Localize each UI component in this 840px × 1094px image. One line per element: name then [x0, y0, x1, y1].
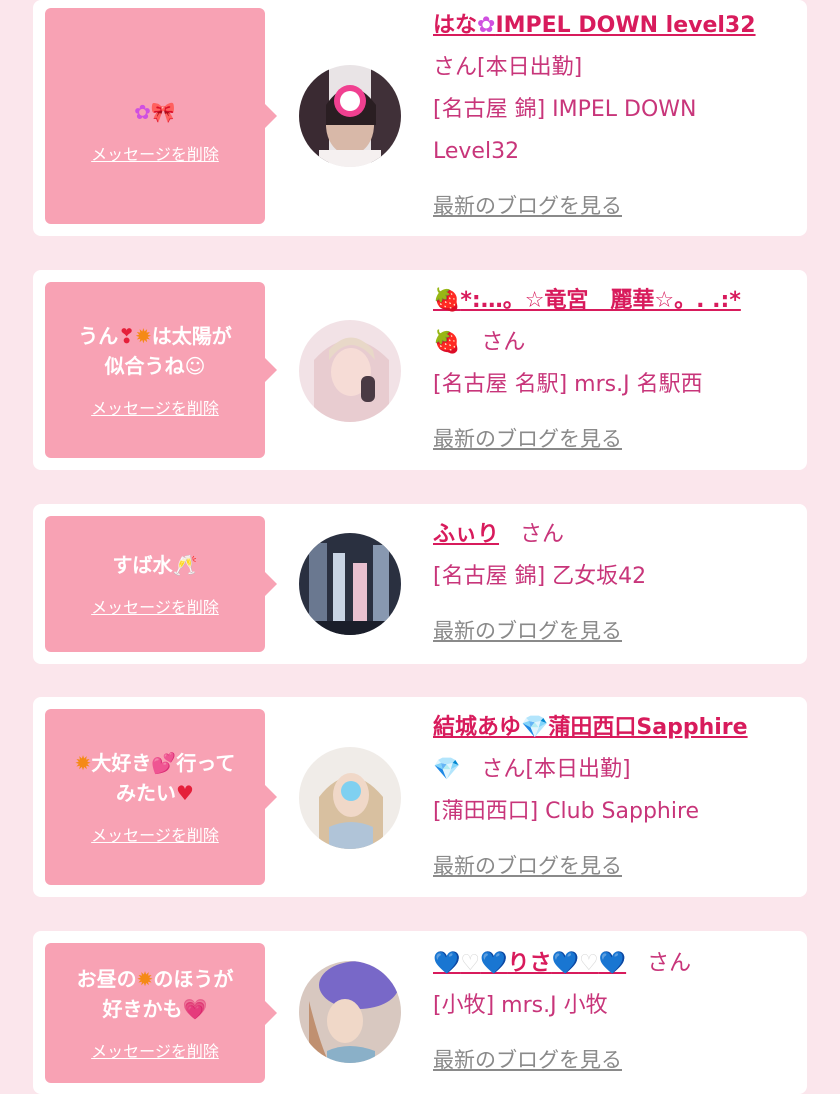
blue-heart-icon: 💙	[480, 951, 508, 976]
avatar[interactable]	[299, 961, 401, 1063]
shop-name-line2: Level32	[433, 139, 520, 164]
blue-heart-icon: 💙	[433, 951, 461, 976]
cast-info: はな✿IMPEL DOWN level32 さん[本日出勤] [名古屋 錦] I…	[433, 5, 795, 228]
delete-message-link[interactable]: メッセージを削除	[91, 395, 219, 419]
smile-icon: ☺	[184, 354, 206, 378]
cast-name-link[interactable]: 結城あゆ💎蒲田西口Sapphire	[433, 715, 748, 740]
latest-blog-link[interactable]: 最新のブログを見る	[433, 845, 622, 887]
delete-message-link[interactable]: メッセージを削除	[91, 141, 219, 165]
message-card: ✿🎀 メッセージを削除 はな✿IMPEL DOWN level32 さん[本日出…	[33, 0, 807, 236]
cast-status: さん[本日出勤]	[481, 757, 631, 782]
gem-icon: 💎	[433, 757, 461, 782]
message-bubble: ✿🎀 メッセージを削除	[45, 8, 277, 224]
honorific: さん	[481, 330, 526, 355]
message-bubble: すば水🥂 メッセージを削除	[45, 516, 277, 652]
message-text: すば水🥂	[112, 553, 198, 577]
cast-info: ふぃり さん [名古屋 錦] 乙女坂42 最新のブログを見る	[433, 514, 795, 653]
clover-icon: ✿	[477, 13, 496, 38]
avatar[interactable]	[299, 320, 401, 422]
cast-info: 🍓*:…。☆竜宮 麗華☆。. .:* 🍓 さん [名古屋 名駅] mrs.J 名…	[433, 280, 795, 461]
latest-blog-link[interactable]: 最新のブログを見る	[433, 1039, 622, 1081]
ribbon-icon: 🎀	[150, 100, 176, 124]
champagne-icon: 🥂	[172, 553, 198, 577]
hearts-icon: 💕	[151, 751, 177, 775]
message-text: ✹大好き💕行って みたい♥	[74, 751, 236, 805]
message-text: うん❣✹は太陽が 似合うね☺	[78, 324, 232, 378]
shop-name: [蒲田西口] Club Sapphire	[433, 799, 700, 824]
cast-name-link[interactable]: 🍓*:…。☆竜宮 麗華☆。. .:*	[433, 288, 741, 313]
message-card: お昼の✹のほうが 好きかも💗 メッセージを削除 💙♡💙りさ💙♡💙 さん [小牧] …	[33, 931, 807, 1094]
shop-name: [小牧] mrs.J 小牧	[433, 993, 608, 1018]
delete-message-link[interactable]: メッセージを削除	[91, 822, 219, 846]
white-heart-icon: ♡	[578, 951, 599, 976]
message-card: すば水🥂 メッセージを削除 ふぃり さん [名古屋 錦] 乙女坂42 最新のブロ…	[33, 504, 807, 664]
flower-icon: ✹	[136, 967, 154, 991]
honorific: さん	[520, 522, 565, 547]
delete-message-link[interactable]: メッセージを削除	[91, 594, 219, 618]
honorific: さん	[647, 951, 692, 976]
gem-icon: 💎	[521, 715, 549, 740]
strawberry-icon: 🍓	[433, 288, 461, 313]
cast-info: 💙♡💙りさ💙♡💙 さん [小牧] mrs.J 小牧 最新のブログを見る	[433, 943, 795, 1082]
flower-icon: ✹	[135, 324, 152, 348]
message-text: お昼の✹のほうが 好きかも💗	[76, 967, 234, 1021]
message-card: うん❣✹は太陽が 似合うね☺ メッセージを削除 🍓*:…。☆竜宮 麗華☆。. .:…	[33, 270, 807, 470]
message-bubble: お昼の✹のほうが 好きかも💗 メッセージを削除	[45, 943, 277, 1083]
blue-heart-icon: 💙	[598, 951, 627, 976]
cast-name-link[interactable]: はな✿IMPEL DOWN level32	[433, 13, 756, 38]
shop-name: [名古屋 錦] 乙女坂42	[433, 564, 647, 589]
white-heart-icon: ♡	[460, 951, 481, 976]
clover-icon: ✿	[134, 100, 151, 124]
cast-status: さん[本日出勤]	[433, 55, 583, 80]
message-card: ✹大好き💕行って みたい♥ メッセージを削除 結城あゆ💎蒲田西口Sapphire …	[33, 697, 807, 897]
heart-icon: ♥	[176, 781, 194, 805]
heart-icon: 💗	[182, 997, 208, 1021]
cast-name-link[interactable]: ふぃり	[433, 522, 499, 547]
avatar[interactable]	[299, 747, 401, 849]
shop-name: [名古屋 錦] IMPEL DOWN	[433, 97, 697, 122]
cast-name-link[interactable]: 💙♡💙りさ💙♡💙	[433, 951, 626, 976]
blue-heart-icon: 💙	[551, 951, 579, 976]
strawberry-icon: 🍓	[433, 330, 461, 355]
message-bubble: ✹大好き💕行って みたい♥ メッセージを削除	[45, 709, 277, 885]
delete-message-link[interactable]: メッセージを削除	[91, 1038, 219, 1062]
message-bubble: うん❣✹は太陽が 似合うね☺ メッセージを削除	[45, 282, 277, 458]
cast-info: 結城あゆ💎蒲田西口Sapphire 💎 さん[本日出勤] [蒲田西口] Club…	[433, 707, 795, 888]
shop-name: [名古屋 名駅] mrs.J 名駅西	[433, 372, 703, 397]
latest-blog-link[interactable]: 最新のブログを見る	[433, 610, 622, 652]
latest-blog-link[interactable]: 最新のブログを見る	[433, 185, 622, 227]
avatar[interactable]	[299, 533, 401, 635]
avatar[interactable]	[299, 65, 401, 167]
flower-icon: ✹	[74, 751, 92, 775]
heart-icon: ❣	[118, 324, 135, 348]
message-text: ✿🎀	[124, 67, 186, 127]
latest-blog-link[interactable]: 最新のブログを見る	[433, 418, 622, 460]
